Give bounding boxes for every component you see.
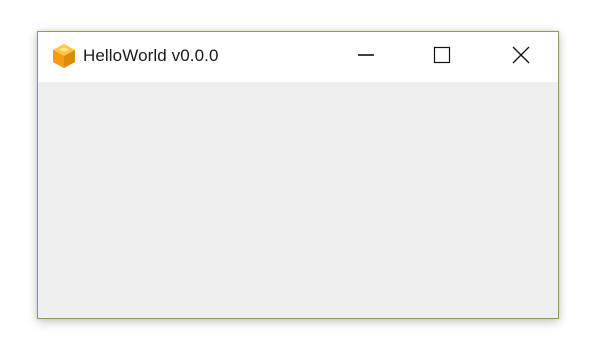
close-icon — [511, 45, 531, 70]
window-client-area — [38, 82, 558, 318]
minimize-icon — [356, 45, 376, 70]
maximize-icon — [432, 45, 452, 70]
app-window: HelloWorld v0.0.0 — [37, 31, 559, 319]
app-cube-icon — [50, 42, 78, 70]
maximize-button[interactable] — [419, 32, 465, 82]
close-button[interactable] — [498, 32, 544, 82]
minimize-button[interactable] — [343, 32, 389, 82]
title-bar[interactable]: HelloWorld v0.0.0 — [38, 32, 558, 82]
window-title: HelloWorld v0.0.0 — [83, 46, 219, 65]
